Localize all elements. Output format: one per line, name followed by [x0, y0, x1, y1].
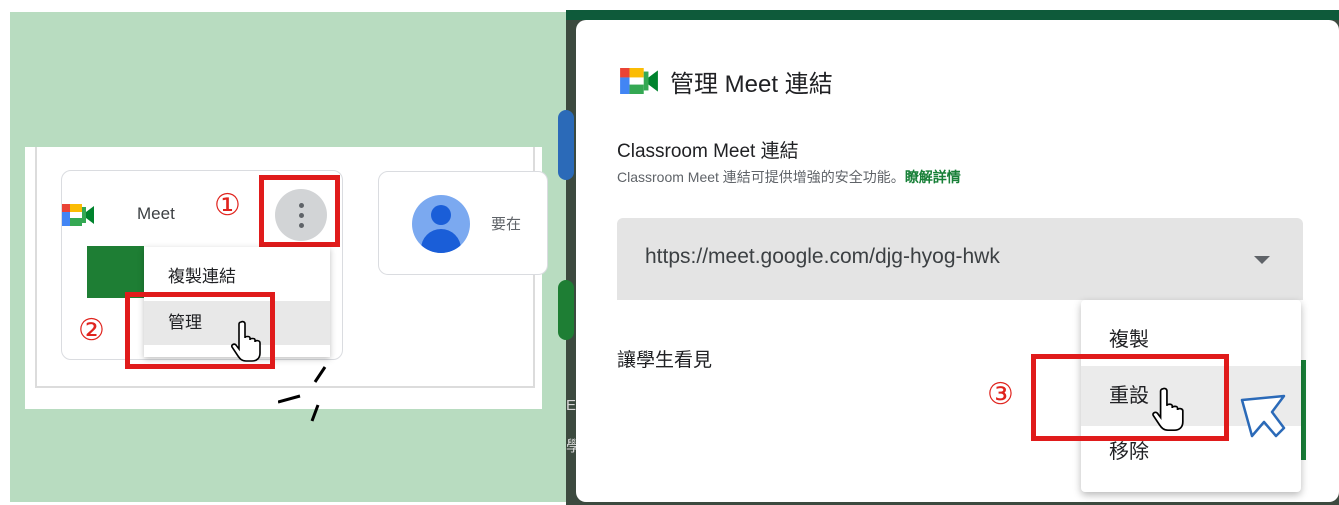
arrow-cursor-icon: [1240, 394, 1286, 438]
visible-to-students-label: 讓學生看見: [617, 350, 713, 371]
tear-marks-decoration: [278, 366, 327, 422]
section-title: Classroom Meet 連結: [617, 141, 799, 162]
description-text: Classroom Meet 連結可提供增強的安全功能。: [617, 169, 905, 185]
step-1-marker: ①: [214, 188, 241, 223]
highlight-box-step3: [1031, 354, 1229, 441]
learn-more-link[interactable]: 瞭解詳情: [905, 169, 961, 185]
meet-link-value: https://meet.google.com/djg-hyog-hwk: [645, 245, 1000, 268]
dropdown-caret-icon[interactable]: [1254, 256, 1270, 264]
hand-cursor-icon: [231, 320, 261, 362]
toggle-edge: [1301, 360, 1306, 460]
google-meet-logo-icon: [620, 68, 658, 94]
meet-card-label: Meet: [137, 204, 175, 223]
google-meet-logo-icon: [62, 204, 94, 226]
profile-card-text: 要在: [491, 216, 522, 233]
step-2-marker: ②: [78, 313, 105, 348]
highlight-box-step1: [259, 175, 340, 247]
hand-cursor-icon: [1152, 387, 1184, 432]
step-3-marker: ③: [987, 377, 1014, 412]
dialog-title: 管理 Meet 連結: [670, 71, 833, 98]
meet-video-thumbnail: [87, 246, 144, 298]
avatar-icon: [412, 195, 470, 253]
section-description: Classroom Meet 連結可提供增強的安全功能。瞭解詳情: [617, 167, 961, 187]
